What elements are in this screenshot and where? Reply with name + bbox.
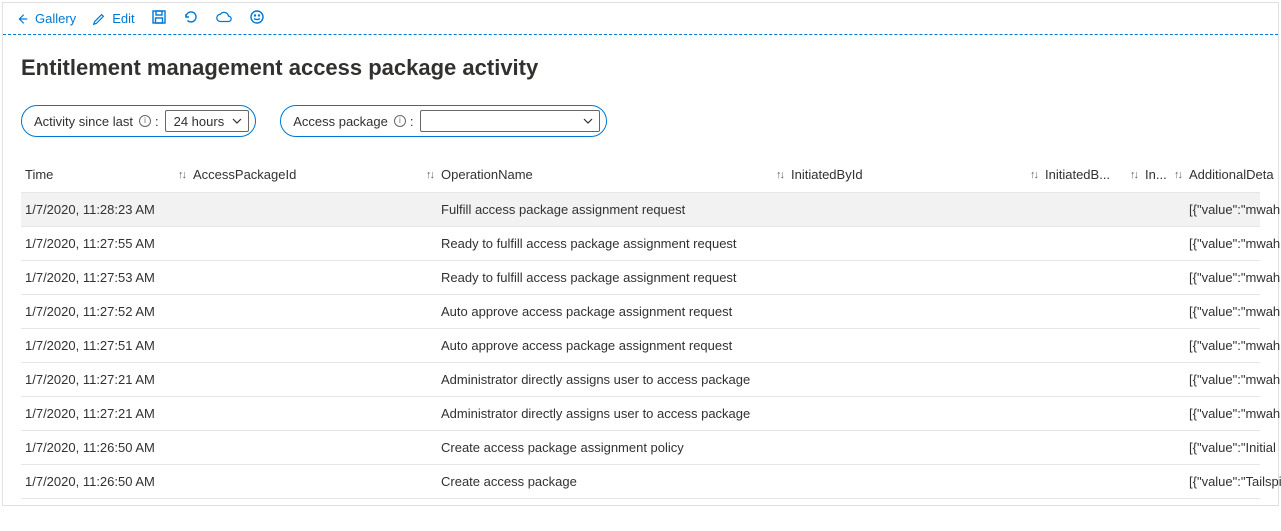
save-icon <box>151 9 167 25</box>
save-button[interactable] <box>151 9 167 28</box>
gallery-button[interactable]: Gallery <box>15 11 76 26</box>
table-cell: Create access package <box>437 474 787 489</box>
table-cell: Ready to fulfill access package assignme… <box>437 270 787 285</box>
page-title: Entitlement management access package ac… <box>21 55 1260 81</box>
table-cell: 1/7/2020, 11:27:53 AM <box>21 270 189 285</box>
col-in[interactable]: In...↑↓ <box>1141 167 1185 182</box>
table-cell: [{"value":"mwah <box>1185 270 1281 285</box>
col-accesspackageid[interactable]: AccessPackageId↑↓ <box>189 167 437 182</box>
filter-bar: Activity since last i : 24 hours Access … <box>21 105 1260 137</box>
package-filter: Access package i : <box>280 105 606 137</box>
table-cell: [{"value":"mwah <box>1185 304 1281 319</box>
chevron-down-icon <box>583 116 593 126</box>
col-initiatedbydisplay[interactable]: InitiatedB...↑↓ <box>1041 167 1141 182</box>
table-cell: 1/7/2020, 11:26:50 AM <box>21 440 189 455</box>
cloud-icon <box>215 9 233 25</box>
table-cell: [{"value":"mwah <box>1185 236 1281 251</box>
table-row[interactable]: 1/7/2020, 11:26:50 AM Create access packa… <box>21 465 1260 499</box>
table-cell: 1/7/2020, 11:27:21 AM <box>21 372 189 387</box>
table-cell: Auto approve access package assignment r… <box>437 304 787 319</box>
chevron-down-icon <box>232 116 242 126</box>
info-icon[interactable]: i <box>394 115 406 127</box>
package-select[interactable] <box>420 110 600 132</box>
table-cell: [{"value":"mwah <box>1185 202 1281 217</box>
edit-label: Edit <box>112 11 134 26</box>
table-cell: [{"value":"mwah <box>1185 406 1281 421</box>
refresh-button[interactable] <box>183 9 199 28</box>
edit-button[interactable]: Edit <box>92 11 134 26</box>
table-row[interactable]: 1/7/2020, 11:27:21 AM Administrator direc… <box>21 397 1260 431</box>
table-row[interactable]: 1/7/2020, 11:27:55 AM Ready to fulfill ac… <box>21 227 1260 261</box>
table-header-row: Time↑↓ AccessPackageId↑↓ OperationName↑↓… <box>21 157 1260 193</box>
table-cell: [{"value":"mwah <box>1185 372 1281 387</box>
table-cell: Auto approve access package assignment r… <box>437 338 787 353</box>
col-time[interactable]: Time↑↓ <box>21 167 189 182</box>
table-cell: [{"value":"mwah <box>1185 338 1281 353</box>
sort-icon: ↑↓ <box>776 169 783 181</box>
sort-icon: ↑↓ <box>1030 169 1037 181</box>
activity-select[interactable]: 24 hours <box>165 110 250 132</box>
sort-icon: ↑↓ <box>426 169 433 181</box>
activity-filter-label: Activity since last i <box>34 114 151 129</box>
table-cell: 1/7/2020, 11:28:23 AM <box>21 202 189 217</box>
table-cell: [{"value":"Tailspi <box>1185 474 1281 489</box>
table-row[interactable]: 1/7/2020, 11:27:53 AM Ready to fulfill ac… <box>21 261 1260 295</box>
activity-filter: Activity since last i : 24 hours <box>21 105 256 137</box>
smiley-icon <box>249 9 265 25</box>
table-cell: [{"value":"Initial <box>1185 440 1281 455</box>
gallery-label: Gallery <box>35 11 76 26</box>
table-cell: Administrator directly assigns user to a… <box>437 406 787 421</box>
activity-select-value: 24 hours <box>174 114 225 129</box>
sort-icon: ↑↓ <box>178 169 185 181</box>
table-cell: 1/7/2020, 11:27:21 AM <box>21 406 189 421</box>
results-table: Time↑↓ AccessPackageId↑↓ OperationName↑↓… <box>21 157 1260 499</box>
table-cell: 1/7/2020, 11:26:50 AM <box>21 474 189 489</box>
pencil-icon <box>92 12 106 26</box>
table-cell: Ready to fulfill access package assignme… <box>437 236 787 251</box>
info-icon[interactable]: i <box>139 115 151 127</box>
content-area: Entitlement management access package ac… <box>3 35 1278 505</box>
export-button[interactable] <box>215 9 233 28</box>
back-arrow-icon <box>15 12 29 26</box>
toolbar: Gallery Edit <box>3 3 1278 35</box>
table-cell: Fulfill access package assignment reques… <box>437 202 787 217</box>
table-row[interactable]: 1/7/2020, 11:27:51 AM Auto approve access… <box>21 329 1260 363</box>
table-cell: Create access package assignment policy <box>437 440 787 455</box>
workbook-part: Gallery Edit Entitlement management acce… <box>2 2 1279 506</box>
col-operationname[interactable]: OperationName↑↓ <box>437 167 787 182</box>
table-row[interactable]: 1/7/2020, 11:28:23 AM Fulfill access pack… <box>21 193 1260 227</box>
table-cell: 1/7/2020, 11:27:51 AM <box>21 338 189 353</box>
col-initiatedbyid[interactable]: InitiatedById↑↓ <box>787 167 1041 182</box>
table-row[interactable]: 1/7/2020, 11:27:52 AM Auto approve access… <box>21 295 1260 329</box>
table-cell: 1/7/2020, 11:27:55 AM <box>21 236 189 251</box>
refresh-icon <box>183 9 199 25</box>
table-row[interactable]: 1/7/2020, 11:26:50 AM Create access packa… <box>21 431 1260 465</box>
col-additionaldetails[interactable]: AdditionalDeta <box>1185 167 1281 182</box>
table-row[interactable]: 1/7/2020, 11:27:21 AM Administrator direc… <box>21 363 1260 397</box>
sort-icon: ↑↓ <box>1174 169 1181 181</box>
sort-icon: ↑↓ <box>1130 169 1137 181</box>
feedback-button[interactable] <box>249 9 265 28</box>
package-filter-label: Access package i <box>293 114 406 129</box>
table-cell: 1/7/2020, 11:27:52 AM <box>21 304 189 319</box>
table-cell: Administrator directly assigns user to a… <box>437 372 787 387</box>
